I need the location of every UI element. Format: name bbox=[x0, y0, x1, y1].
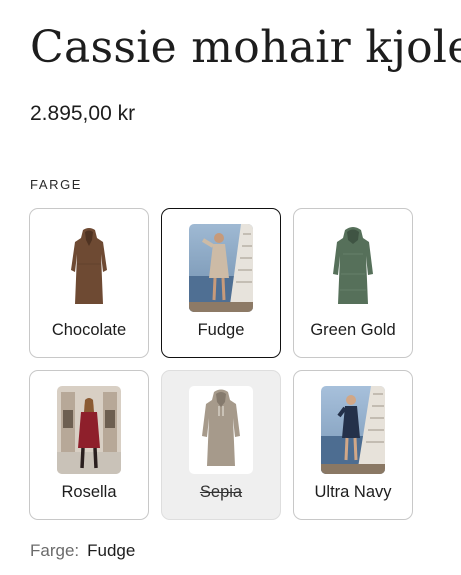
color-option-label: Green Gold bbox=[310, 321, 396, 339]
color-option-label: Fudge bbox=[197, 321, 245, 339]
fudge-model-photo bbox=[189, 224, 253, 312]
color-section-label: FARGE bbox=[30, 177, 83, 192]
green-gold-dress-image bbox=[321, 224, 385, 312]
color-option-ultra-navy[interactable]: Ultra Navy bbox=[293, 370, 413, 520]
chocolate-dress-image bbox=[57, 224, 121, 312]
ultra-navy-model-photo bbox=[321, 386, 385, 474]
color-swatch-grid: Chocolate Fudge Green Gold Rosella Sepia… bbox=[29, 208, 414, 520]
selected-color-summary: Farge: Fudge bbox=[30, 541, 135, 561]
color-option-label: Sepia bbox=[199, 483, 243, 501]
color-option-sepia[interactable]: Sepia bbox=[161, 370, 281, 520]
color-option-green-gold[interactable]: Green Gold bbox=[293, 208, 413, 358]
color-option-label: Ultra Navy bbox=[314, 483, 392, 501]
color-option-label: Rosella bbox=[61, 483, 117, 501]
rosella-model-photo bbox=[57, 386, 121, 474]
color-option-rosella[interactable]: Rosella bbox=[29, 370, 149, 520]
product-title: Cassie mohair kjole bbox=[30, 22, 461, 73]
color-option-chocolate[interactable]: Chocolate bbox=[29, 208, 149, 358]
color-option-label: Chocolate bbox=[51, 321, 127, 339]
product-price: 2.895,00 kr bbox=[30, 102, 136, 125]
sepia-dress-image bbox=[189, 386, 253, 474]
selected-color-label: Farge: bbox=[30, 541, 80, 560]
color-option-fudge[interactable]: Fudge bbox=[161, 208, 281, 358]
selected-color-value: Fudge bbox=[87, 541, 136, 560]
